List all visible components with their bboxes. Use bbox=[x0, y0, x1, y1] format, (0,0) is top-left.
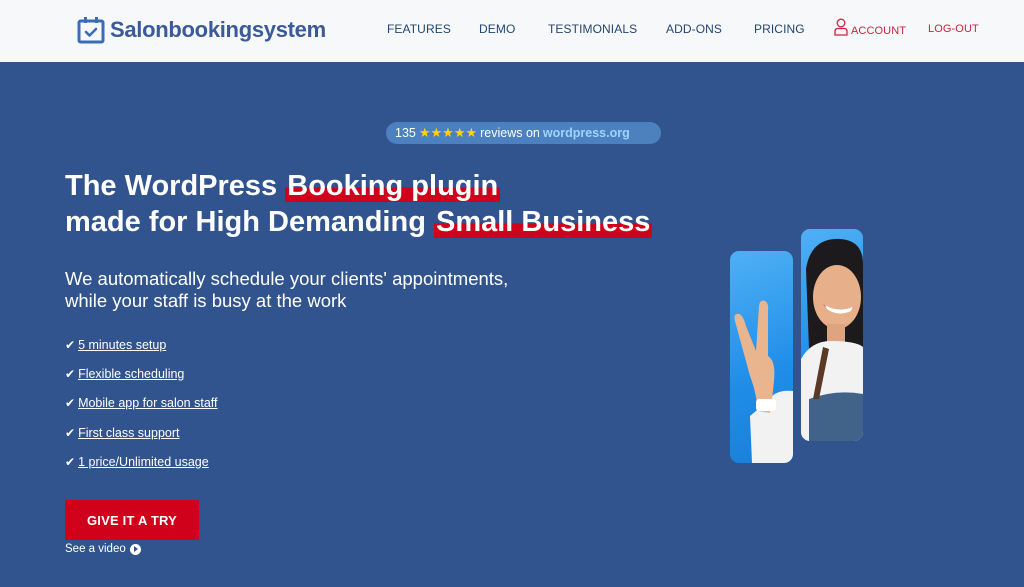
reviews-badge[interactable]: 135 ★★★★★ reviews on wordpress.org bbox=[386, 122, 661, 144]
nav-add-ons[interactable]: ADD-ONS bbox=[666, 22, 722, 36]
calendar-check-icon bbox=[77, 16, 105, 44]
feature-link[interactable]: 1 price/Unlimited usage bbox=[78, 455, 209, 469]
star-rating-icon: ★★★★★ bbox=[418, 125, 478, 140]
nav-testimonials[interactable]: TESTIMONIALS bbox=[548, 22, 637, 36]
logo-text: Salonbookingsystem bbox=[110, 17, 326, 42]
feature-link[interactable]: 5 minutes setup bbox=[78, 338, 166, 352]
headline-highlight: Small Business bbox=[433, 206, 653, 238]
nav-account[interactable]: ACCOUNT bbox=[834, 18, 906, 39]
hero-subtitle: We automatically schedule your clients' … bbox=[65, 268, 508, 312]
play-icon bbox=[129, 543, 141, 555]
feature-item: ✔ 1 price/Unlimited usage bbox=[65, 447, 218, 476]
feature-item: ✔ 5 minutes setup bbox=[65, 330, 218, 359]
see-video-label: See a video bbox=[65, 543, 126, 555]
nav-features[interactable]: FEATURES bbox=[387, 22, 451, 36]
see-video-link[interactable]: See a video bbox=[65, 543, 141, 555]
headline-highlight: Booking plugin bbox=[285, 170, 501, 202]
check-icon: ✔ bbox=[65, 425, 76, 440]
check-icon: ✔ bbox=[65, 366, 76, 381]
feature-item: ✔ Mobile app for salon staff bbox=[65, 389, 218, 418]
headline-text: The WordPress bbox=[65, 170, 286, 202]
nav-logout[interactable]: LOG-OUT bbox=[928, 23, 979, 35]
feature-link[interactable]: Flexible scheduling bbox=[78, 367, 184, 381]
hero-photo-woman bbox=[801, 229, 863, 441]
review-count: 135 bbox=[395, 126, 416, 140]
subtitle-line: We automatically schedule your clients' … bbox=[65, 268, 509, 289]
check-icon: ✔ bbox=[65, 337, 76, 352]
wordpress-link[interactable]: wordpress.org bbox=[543, 126, 630, 140]
feature-list: ✔ 5 minutes setup ✔ Flexible scheduling … bbox=[65, 330, 218, 476]
subtitle-line: while your staff is busy at the work bbox=[65, 290, 347, 311]
hero-photo-hand bbox=[730, 251, 793, 463]
give-it-a-try-button[interactable]: GIVE IT A TRY bbox=[65, 500, 199, 540]
feature-item: ✔ First class support bbox=[65, 418, 218, 447]
headline-text: made for High Demanding bbox=[65, 206, 434, 238]
reviews-text: reviews on bbox=[480, 126, 540, 140]
headline-line1: The WordPress Booking plugin bbox=[65, 170, 501, 202]
logo[interactable]: Salonbookingsystem bbox=[77, 16, 326, 44]
feature-link[interactable]: First class support bbox=[78, 426, 179, 440]
site-header: Salonbookingsystem FEATURES DEMO TESTIMO… bbox=[0, 0, 1024, 62]
check-icon: ✔ bbox=[65, 454, 76, 469]
headline-line2: made for High Demanding Small Business bbox=[65, 206, 653, 238]
check-icon: ✔ bbox=[65, 396, 76, 411]
user-icon bbox=[834, 18, 848, 39]
account-label: ACCOUNT bbox=[851, 24, 907, 37]
feature-link[interactable]: Mobile app for salon staff bbox=[78, 396, 217, 410]
nav-demo[interactable]: DEMO bbox=[479, 22, 515, 36]
hero-headline: The WordPress Booking plugin made for Hi… bbox=[65, 168, 653, 240]
nav-pricing[interactable]: PRICING bbox=[754, 22, 805, 36]
feature-item: ✔ Flexible scheduling bbox=[65, 359, 218, 388]
